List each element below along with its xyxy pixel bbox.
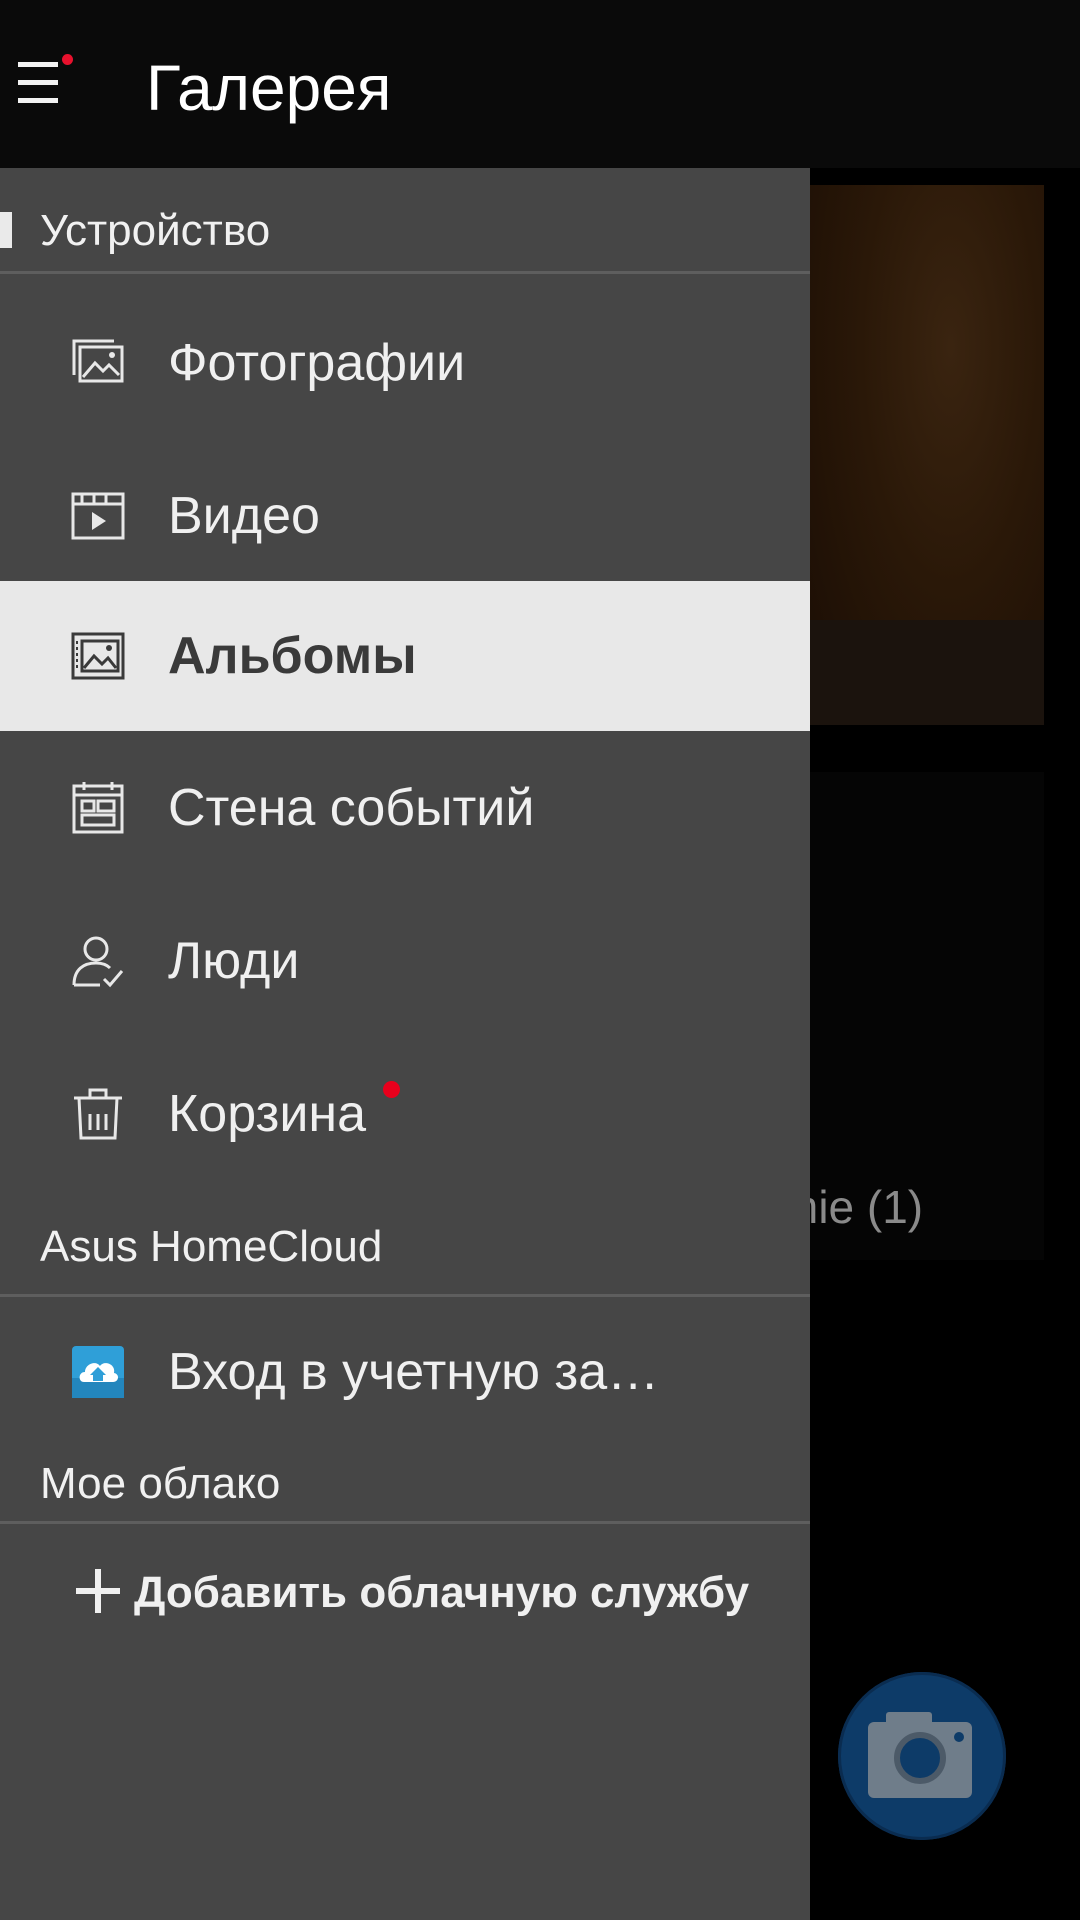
menu-bar-line <box>18 98 58 103</box>
hamburger-menu-icon[interactable] <box>14 54 73 114</box>
notification-dot <box>62 54 73 65</box>
album-label-partial: mie (1) <box>780 1181 924 1233</box>
nav-item-trash[interactable]: Корзина <box>0 1039 810 1189</box>
video-icon <box>71 492 125 540</box>
thumbnail-caption-strip <box>810 620 1044 725</box>
nav-item-label: Стена событий <box>168 779 535 837</box>
section-header-device: Устройство <box>0 168 810 274</box>
homecloud-icon <box>72 1346 124 1398</box>
nav-item-label: Альбомы <box>168 627 417 685</box>
section-title: Устройство <box>40 206 271 255</box>
navigation-drawer: Устройство Фотографии Видео Альбомы Стен… <box>0 168 810 1920</box>
add-cloud-service-label: Добавить облачную службу <box>134 1568 750 1617</box>
albums-icon <box>71 632 125 680</box>
album-thumbnail[interactable] <box>810 185 1044 725</box>
nav-item-label: Вход в учетную за… <box>168 1343 660 1401</box>
nav-item-homecloud-login[interactable]: Вход в учетную за… <box>0 1297 810 1447</box>
photos-icon <box>72 339 124 383</box>
nav-item-video[interactable]: Видео <box>0 441 810 591</box>
nav-item-people[interactable]: Люди <box>0 886 810 1036</box>
add-cloud-service-button[interactable]: Добавить облачную службу <box>76 1568 749 1618</box>
nav-item-label: Видео <box>168 487 320 545</box>
app-title: Галерея <box>146 52 392 124</box>
people-icon <box>72 936 124 988</box>
menu-bar-line <box>18 62 58 67</box>
nav-item-photos[interactable]: Фотографии <box>0 288 810 438</box>
section-title: Мое облако <box>40 1459 281 1508</box>
section-title: Asus HomeCloud <box>40 1222 383 1271</box>
nav-item-label: Люди <box>168 932 300 990</box>
nav-item-albums[interactable]: Альбомы <box>0 581 810 731</box>
section-marker <box>0 212 12 248</box>
plus-icon <box>76 1569 120 1613</box>
trash-icon <box>74 1088 122 1140</box>
camera-icon-lens <box>894 1732 946 1784</box>
menu-bar-line <box>18 80 58 85</box>
event-wall-icon <box>72 782 124 834</box>
camera-icon-flash <box>954 1732 964 1742</box>
trash-badge-dot <box>383 1081 400 1098</box>
app-bar: Галерея <box>0 0 1080 168</box>
nav-item-label: Фотографии <box>168 334 466 392</box>
section-header-my-cloud: Мое облако <box>0 1447 810 1524</box>
nav-item-event-wall[interactable]: Стена событий <box>0 733 810 883</box>
section-header-homecloud: Asus HomeCloud <box>0 1188 810 1297</box>
nav-item-label: Корзина <box>168 1085 367 1143</box>
camera-fab-button[interactable] <box>838 1672 1006 1840</box>
